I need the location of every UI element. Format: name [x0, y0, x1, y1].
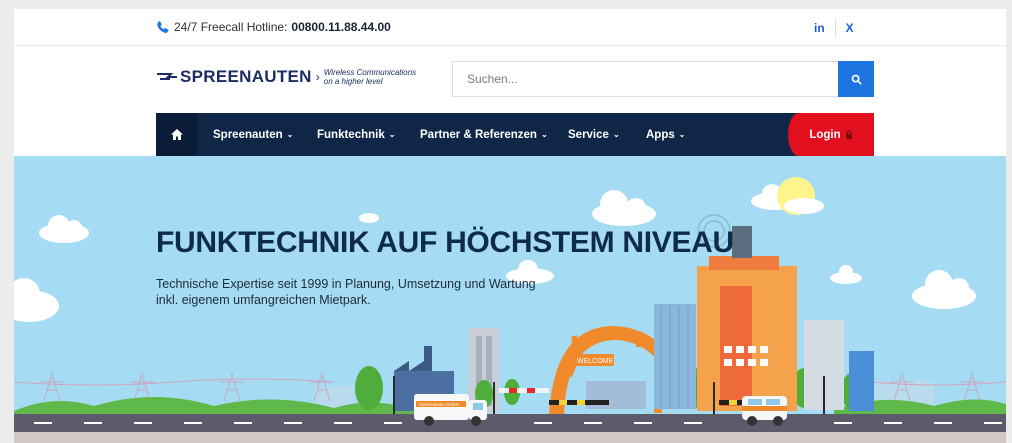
xing-icon[interactable]: X — [846, 21, 854, 35]
lock-icon — [845, 130, 852, 139]
browser-viewport: 24/7 Freecall Hotline: 00800.11.88.44.00… — [14, 9, 1006, 443]
hotline-number[interactable]: 00800.11.88.44.00 — [291, 20, 390, 34]
tagline-line-2: on a higher level — [323, 77, 383, 86]
hero-title: FUNKTECHNIK AUF HÖCHSTEM NIVEAU — [156, 226, 734, 259]
nav-label: Service — [568, 128, 609, 141]
chevron-down-icon: ⌄ — [612, 130, 620, 139]
nav-item-service[interactable]: Service ⌄ — [568, 113, 620, 156]
search-box — [452, 61, 874, 97]
search-icon — [851, 74, 861, 84]
login-label: Login — [809, 128, 841, 141]
logo-tagline: Wireless Communications on a higher leve… — [324, 68, 416, 86]
chevron-down-icon: ⌄ — [388, 130, 396, 139]
main-navigation: Spreenauten ⌄ Funktechnik ⌄ Partner & Re… — [156, 113, 874, 156]
phone-icon — [157, 21, 169, 33]
nav-label: Spreenauten — [213, 128, 283, 141]
hero-subtitle-line-2: inkl. eigenem umfangreichen Mietpark. — [156, 293, 371, 307]
hero-banner: WELCOME Spreenauten GmbH FUNKTECHNIK AUF… — [14, 156, 1006, 443]
hero-subtitle: Technische Expertise seit 1999 in Planun… — [156, 276, 616, 308]
nav-label: Apps — [646, 128, 675, 141]
welcome-sign-text: WELCOME — [577, 358, 614, 365]
hotline[interactable]: 24/7 Freecall Hotline: 00800.11.88.44.00 — [156, 20, 391, 34]
chevron-down-icon: ⌄ — [678, 130, 686, 139]
hotline-label: 24/7 Freecall Hotline: — [174, 20, 288, 34]
nav-label: Partner & Referenzen — [420, 128, 537, 141]
home-icon — [170, 129, 183, 140]
van-label: Spreenauten GmbH — [419, 402, 459, 407]
tagline-line-1: Wireless Communications — [323, 68, 417, 77]
nav-home[interactable] — [156, 113, 197, 156]
logo-wings-icon — [157, 73, 177, 80]
social-divider — [834, 19, 836, 37]
nav-item-partner-referenzen[interactable]: Partner & Referenzen ⌄ — [420, 113, 548, 156]
chevron-down-icon: ⌄ — [286, 130, 294, 139]
login-button[interactable]: Login — [788, 113, 874, 156]
logo-chevron-icon: › — [315, 70, 320, 84]
top-bar: 24/7 Freecall Hotline: 00800.11.88.44.00… — [14, 9, 1006, 46]
nav-item-funktechnik[interactable]: Funktechnik ⌄ — [317, 113, 395, 156]
nav-label: Funktechnik — [317, 128, 385, 141]
nav-item-apps[interactable]: Apps ⌄ — [646, 113, 685, 156]
logo-wordmark: SPREENAUTEN — [180, 67, 312, 86]
search-input[interactable] — [453, 62, 839, 96]
nav-item-spreenauten[interactable]: Spreenauten ⌄ — [213, 113, 293, 156]
chevron-down-icon: ⌄ — [540, 130, 548, 139]
search-button[interactable] — [838, 61, 874, 97]
social-links: in X — [814, 19, 854, 37]
site-logo[interactable]: SPREENAUTEN › Wireless Communications on… — [156, 67, 416, 87]
hero-subtitle-line-1: Technische Expertise seit 1999 in Planun… — [156, 277, 536, 291]
linkedin-icon[interactable]: in — [814, 21, 825, 35]
